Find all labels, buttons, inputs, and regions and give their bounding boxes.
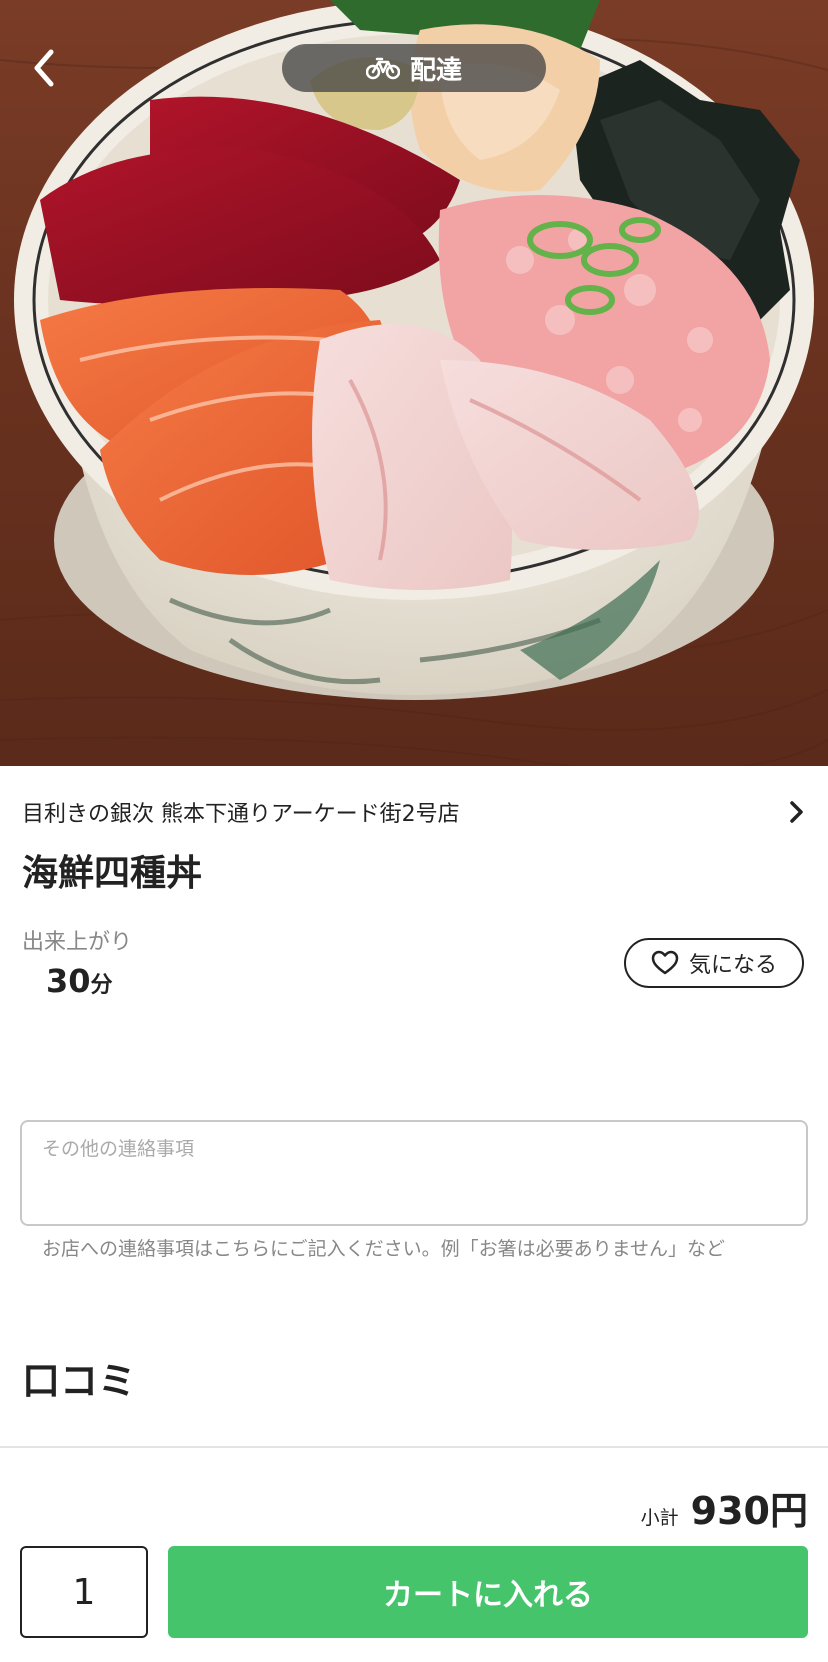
footer-divider [0, 1446, 828, 1448]
subtotal-label: 小計 [640, 1507, 679, 1529]
item-title: 海鮮四種丼 [22, 853, 203, 894]
reviews-heading: 口コミ [22, 1359, 137, 1403]
shop-link[interactable]: 目利きの銀次 熊本下通りアーケード街2号店 [22, 792, 806, 832]
lead-time-number: 30 [46, 962, 91, 1000]
subtotal: 小計 930円 [641, 1480, 808, 1535]
lead-time-value: 30分 [46, 962, 113, 1000]
hero-image: 配達 [0, 0, 828, 766]
quantity-select[interactable]: 1 [20, 1546, 148, 1638]
back-button[interactable] [20, 40, 68, 96]
shop-name: 目利きの銀次 熊本下通りアーケード街2号店 [22, 802, 460, 827]
note-input[interactable] [20, 1120, 808, 1226]
chevron-left-icon [34, 49, 54, 87]
bicycle-icon [365, 57, 400, 80]
heart-icon [651, 950, 679, 975]
favorite-button[interactable]: 気になる [624, 938, 804, 988]
subtotal-value: 930円 [690, 1489, 808, 1533]
lead-time-label: 出来上がり [22, 930, 133, 955]
donburi-photo [0, 0, 828, 766]
chevron-right-icon [790, 801, 803, 823]
add-to-cart-button[interactable]: カートに入れる [168, 1546, 808, 1638]
note-help-text: お店への連絡事項はこちらにご記入ください。例「お箸は必要ありません」など [42, 1238, 726, 1260]
lead-time-unit: 分 [90, 973, 113, 998]
delivery-mode-pill: 配達 [282, 44, 546, 92]
favorite-label: 気になる [688, 953, 777, 978]
delivery-mode-label: 配達 [409, 55, 462, 86]
